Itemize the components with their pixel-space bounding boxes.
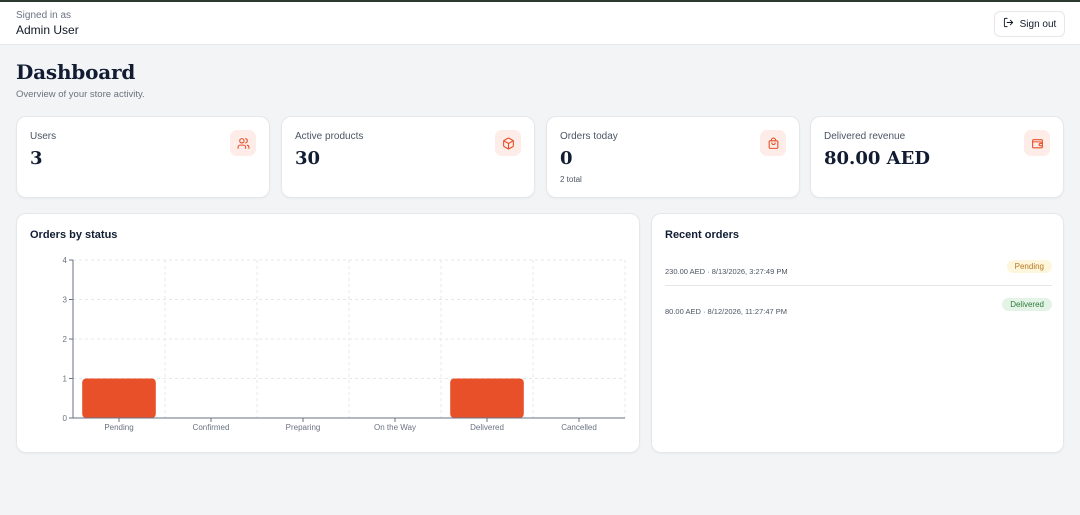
y-tick-label: 4 <box>63 256 68 265</box>
y-tick-label: 2 <box>63 335 68 344</box>
order-divider <box>665 285 1052 286</box>
sign-out-button[interactable]: Sign out <box>994 11 1065 37</box>
y-tick-label: 1 <box>63 375 68 384</box>
stat-value: 30 <box>295 148 321 169</box>
status-badge-pending: Pending <box>1006 260 1052 273</box>
bar <box>82 378 156 418</box>
stat-value: 0 <box>560 148 573 169</box>
y-tick-label: 0 <box>63 414 68 423</box>
stat-note: 2 total <box>560 175 582 184</box>
top-header: Signed in as Admin User Sign out <box>0 2 1080 45</box>
stat-value: 3 <box>30 148 43 169</box>
x-tick-label: Pending <box>104 423 133 432</box>
recent-orders-card: Recent orders 230.00 AED · 8/13/2026, 3:… <box>651 213 1064 453</box>
page-title: Dashboard <box>16 60 136 84</box>
x-tick-label: Delivered <box>470 423 504 432</box>
stat-card-orders-today: Orders today 0 2 total <box>546 116 800 198</box>
wallet-icon <box>1024 130 1050 156</box>
status-badge-delivered: Delivered <box>1002 298 1052 311</box>
stat-label: Active products <box>295 131 364 142</box>
stat-value: 80.00 AED <box>824 148 930 169</box>
order-summary: 80.00 AED · 8/12/2026, 11:27:47 PM <box>665 307 788 316</box>
y-tick-label: 3 <box>63 296 68 305</box>
shopping-bag-icon <box>760 130 786 156</box>
stat-label: Users <box>30 131 57 142</box>
stat-label: Orders today <box>560 131 618 142</box>
page-subtitle: Overview of your store activity. <box>16 89 145 100</box>
stat-card-active-products: Active products 30 <box>281 116 535 198</box>
order-row[interactable]: 230.00 AED · 8/13/2026, 3:27:49 PM Pendi… <box>665 260 1052 280</box>
stat-card-users: Users 3 <box>16 116 270 198</box>
stat-label: Delivered revenue <box>824 131 906 142</box>
x-tick-label: On the Way <box>374 423 416 432</box>
recent-orders-title: Recent orders <box>665 229 739 241</box>
orders-status-chart: 0 1 2 3 4 Pending Confirmed Preparing On the Way… <box>63 256 626 432</box>
order-row[interactable]: 80.00 AED · 8/12/2026, 11:27:47 PM Deliv… <box>665 298 1052 318</box>
stat-card-delivered-revenue: Delivered revenue 80.00 AED <box>810 116 1064 198</box>
signed-in-label: Signed in as <box>16 10 72 21</box>
x-tick-label: Preparing <box>286 423 321 432</box>
signed-in-user: Admin User <box>16 23 79 37</box>
package-icon <box>495 130 521 156</box>
bar <box>450 378 524 418</box>
order-summary: 230.00 AED · 8/13/2026, 3:27:49 PM <box>665 267 788 276</box>
sign-out-icon <box>1003 17 1014 31</box>
sign-out-label: Sign out <box>1019 18 1057 30</box>
users-icon <box>230 130 256 156</box>
orders-by-status-card: Orders by status 0 1 2 3 4 Pending Confirmed Pr… <box>16 213 640 453</box>
x-tick-label: Cancelled <box>561 423 597 432</box>
x-tick-label: Confirmed <box>193 423 230 432</box>
